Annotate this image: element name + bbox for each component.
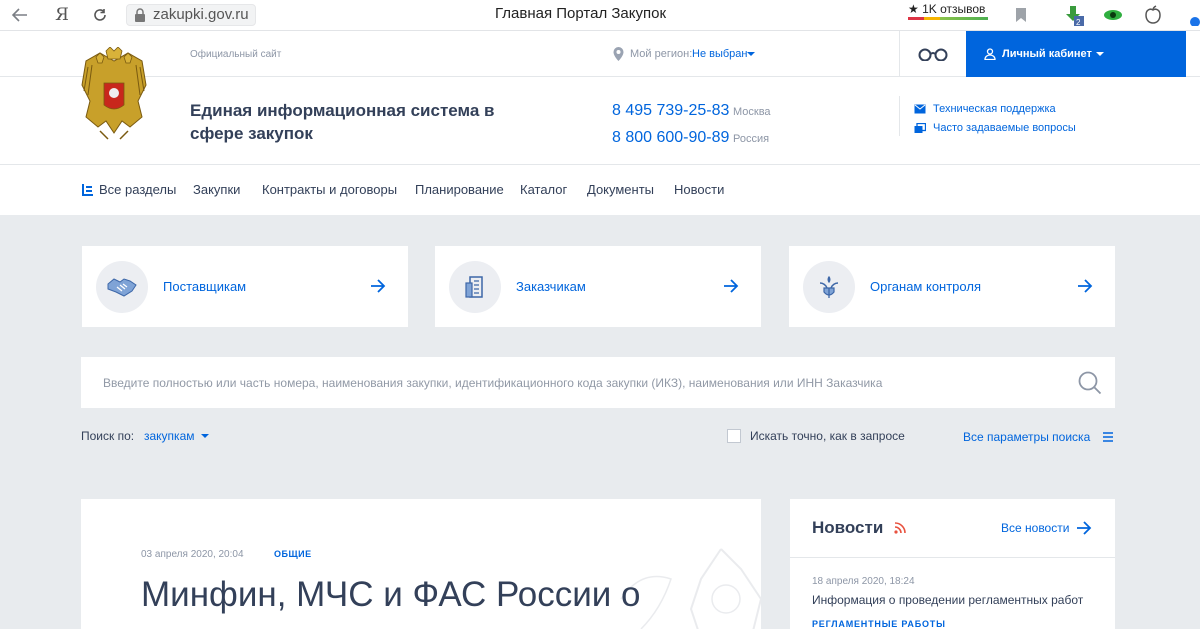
card-suppliers-label: Поставщикам bbox=[163, 279, 247, 294]
chevron-down-icon[interactable] bbox=[201, 434, 209, 438]
address-bar[interactable]: zakupki.gov.ru bbox=[126, 4, 256, 26]
all-search-params-link[interactable]: Все параметры поиска bbox=[963, 430, 1090, 444]
emblem-icon bbox=[803, 261, 855, 313]
card-suppliers[interactable]: Поставщикам bbox=[82, 246, 408, 327]
accessibility-button[interactable] bbox=[899, 31, 966, 77]
tab-title: Главная Портал Закупок bbox=[495, 5, 667, 22]
news-category-tag[interactable]: ОБЩИЕ bbox=[274, 549, 312, 559]
news-title[interactable]: Минфин, МЧС и ФАС России о bbox=[141, 575, 641, 615]
personal-cabinet-label: Личный кабинет bbox=[1002, 48, 1092, 60]
search-by-selector[interactable]: закупкам bbox=[144, 429, 195, 443]
handshake-icon bbox=[96, 261, 148, 313]
chevron-down-icon bbox=[1095, 52, 1104, 56]
mail-icon bbox=[914, 104, 926, 114]
lock-icon bbox=[135, 8, 145, 22]
back-arrow-icon[interactable] bbox=[8, 4, 32, 26]
phone-russia[interactable]: 8 800 600-90-89 bbox=[612, 129, 729, 147]
nav-planning[interactable]: Планирование bbox=[415, 182, 504, 197]
phone-russia-caption: Россия bbox=[733, 133, 770, 145]
extension-badge-icon[interactable] bbox=[1186, 4, 1200, 27]
building-icon bbox=[449, 261, 501, 313]
exact-match-label[interactable]: Искать точно, как в запросе bbox=[750, 429, 905, 443]
nav-news[interactable]: Новости bbox=[674, 182, 724, 197]
nav-documents[interactable]: Документы bbox=[587, 182, 654, 197]
region-label: Мой регион: bbox=[630, 48, 693, 60]
svg-text:2: 2 bbox=[1076, 18, 1081, 26]
glasses-icon bbox=[918, 48, 948, 61]
card-control-bodies[interactable]: Органам контроля bbox=[789, 246, 1115, 327]
official-site-label: Официальный сайт bbox=[190, 49, 282, 60]
rss-icon[interactable] bbox=[894, 522, 906, 534]
nav-purchases[interactable]: Закупки bbox=[193, 182, 240, 197]
arrow-right-icon bbox=[724, 279, 739, 293]
news-panel-divider bbox=[790, 557, 1115, 558]
phone-moscow-caption: Москва bbox=[733, 106, 771, 118]
extension-apple-icon[interactable] bbox=[1142, 4, 1164, 26]
filter-lines-icon[interactable] bbox=[1103, 432, 1113, 442]
bookmark-icon[interactable] bbox=[1010, 4, 1032, 26]
extension-download-icon[interactable]: 2 bbox=[1062, 4, 1084, 27]
extension-eye-icon[interactable] bbox=[1102, 4, 1124, 26]
coat-of-arms-logo[interactable] bbox=[80, 46, 149, 145]
news-panel: Новости Все новости 18 апреля 2020, 18:2… bbox=[790, 499, 1115, 629]
region-selector[interactable]: Не выбран bbox=[692, 48, 747, 60]
location-pin-icon bbox=[613, 47, 624, 61]
sections-icon bbox=[82, 184, 93, 196]
card-control-label: Органам контроля bbox=[870, 279, 981, 294]
news-item-title[interactable]: Информация о проведении регламентных раб… bbox=[812, 593, 1083, 607]
reviews-rating-bar bbox=[908, 17, 988, 20]
arrow-right-icon[interactable] bbox=[1076, 521, 1092, 535]
exact-match-checkbox[interactable] bbox=[727, 429, 741, 443]
support-divider bbox=[899, 96, 900, 136]
card-customers[interactable]: Заказчикам bbox=[435, 246, 761, 327]
nav-contracts[interactable]: Контракты и договоры bbox=[262, 182, 397, 197]
yandex-icon[interactable]: Я bbox=[50, 4, 74, 26]
chevron-down-icon[interactable] bbox=[747, 52, 755, 56]
search-box bbox=[81, 357, 1115, 408]
news-item-date: 18 апреля 2020, 18:24 bbox=[812, 576, 915, 587]
faq-icon bbox=[914, 123, 926, 133]
featured-news-card[interactable]: 03 апреля 2020, 20:04 ОБЩИЕ Минфин, МЧС … bbox=[81, 499, 761, 629]
nav-catalog[interactable]: Каталог bbox=[520, 182, 567, 197]
header-divider bbox=[0, 164, 1200, 165]
search-by-label: Поиск по: bbox=[81, 429, 135, 443]
news-panel-title: Новости bbox=[812, 518, 884, 537]
personal-cabinet-button[interactable]: Личный кабинет bbox=[966, 31, 1186, 77]
browser-toolbar: Я zakupki.gov.ru Главная Портал Закупок … bbox=[0, 0, 1200, 31]
all-news-link[interactable]: Все новости bbox=[1001, 521, 1069, 535]
reviews-badge[interactable]: ★ 1K отзывов bbox=[908, 2, 985, 16]
arrow-right-icon bbox=[1078, 279, 1093, 293]
arrow-right-icon bbox=[371, 279, 386, 293]
nav-all-sections[interactable]: Все разделы bbox=[99, 182, 176, 197]
reload-icon[interactable] bbox=[88, 4, 112, 26]
card-customers-label: Заказчикам bbox=[516, 279, 586, 294]
faq-link[interactable]: Часто задаваемые вопросы bbox=[933, 122, 1076, 134]
url-text: zakupki.gov.ru bbox=[153, 6, 249, 23]
user-icon bbox=[984, 48, 996, 60]
phone-moscow[interactable]: 8 495 739-25-83 bbox=[612, 102, 729, 120]
system-title: Единая информационная система в сфере за… bbox=[190, 101, 495, 143]
search-icon[interactable] bbox=[1077, 370, 1103, 396]
news-item-tag[interactable]: РЕГЛАМЕНТНЫЕ РАБОТЫ bbox=[812, 619, 946, 629]
news-date: 03 апреля 2020, 20:04 bbox=[141, 549, 244, 560]
search-input[interactable] bbox=[81, 357, 1061, 408]
tech-support-link[interactable]: Техническая поддержка bbox=[933, 103, 1056, 115]
